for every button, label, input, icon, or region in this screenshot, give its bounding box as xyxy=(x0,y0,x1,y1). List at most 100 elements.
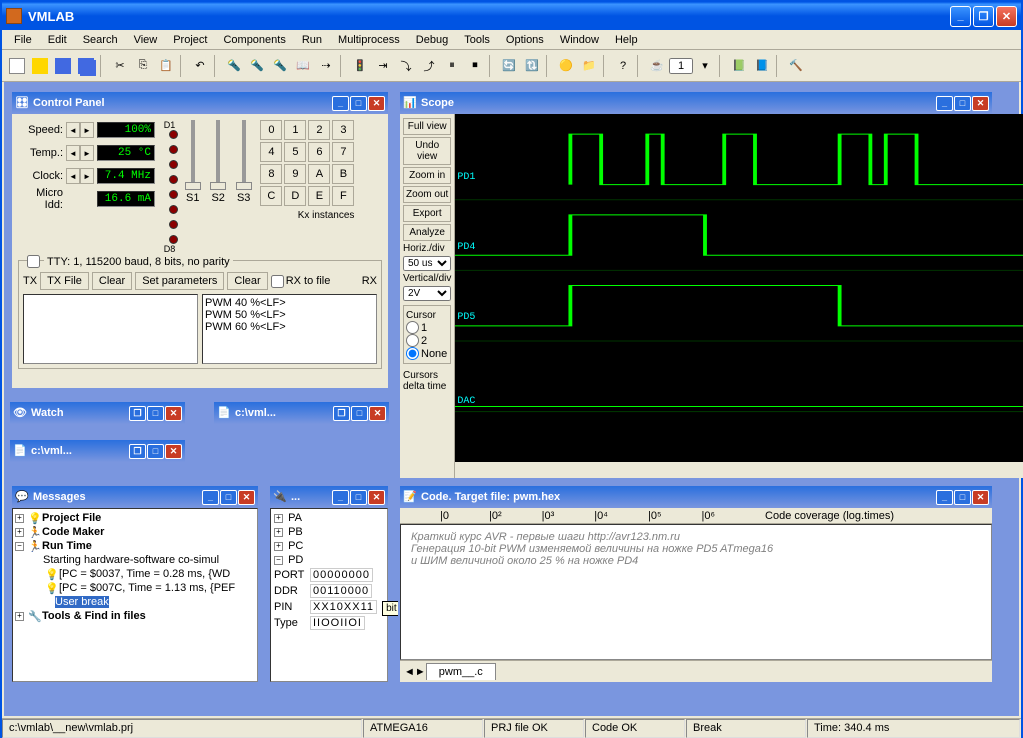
full-view-button[interactable]: Full view xyxy=(403,118,451,135)
speed-down[interactable]: ◄ xyxy=(66,122,80,138)
expand-pc[interactable]: + xyxy=(274,542,283,551)
tb-open[interactable] xyxy=(29,55,51,77)
rx-to-file-checkbox[interactable] xyxy=(271,275,284,288)
msg-userbreak[interactable]: User break xyxy=(55,596,109,608)
io-max-button[interactable]: □ xyxy=(350,490,367,505)
vml1-close-button[interactable]: ✕ xyxy=(369,406,386,421)
tb-traffic[interactable]: 🚦 xyxy=(349,55,371,77)
tb-book1[interactable]: 📗 xyxy=(728,55,750,77)
io-close-button[interactable]: ✕ xyxy=(368,490,385,505)
expand-tools[interactable]: + xyxy=(15,612,24,621)
scope-display[interactable]: PD1 PD4 PD5 DAC xyxy=(455,114,1023,462)
key-1[interactable]: 1 xyxy=(284,120,306,140)
menu-view[interactable]: View xyxy=(126,32,166,48)
msg-min-button[interactable]: _ xyxy=(202,490,219,505)
key-8[interactable]: 8 xyxy=(260,164,282,184)
cp-max-button[interactable]: □ xyxy=(350,96,367,111)
tab-nav-right[interactable]: ► xyxy=(415,666,426,678)
key-d[interactable]: D xyxy=(284,186,306,206)
menu-project[interactable]: Project xyxy=(165,32,215,48)
scope-max-button[interactable]: □ xyxy=(954,96,971,111)
key-a[interactable]: A xyxy=(308,164,330,184)
temp-up[interactable]: ► xyxy=(80,145,94,161)
vert-select[interactable]: 2V xyxy=(403,286,451,301)
tb-num-input[interactable] xyxy=(669,58,693,74)
scope-min-button[interactable]: _ xyxy=(936,96,953,111)
menu-search[interactable]: Search xyxy=(75,32,126,48)
expand-project-file[interactable]: + xyxy=(15,514,24,523)
cursor-none-radio[interactable] xyxy=(406,347,419,360)
tb-cut[interactable]: ✂ xyxy=(109,55,131,77)
watch-restore-button[interactable]: ❐ xyxy=(129,406,146,421)
menu-debug[interactable]: Debug xyxy=(408,32,456,48)
msg-max-button[interactable]: □ xyxy=(220,490,237,505)
tb-torch[interactable]: 🔦 xyxy=(223,55,245,77)
tb-pause[interactable]: ⏸ xyxy=(441,55,463,77)
tb-stop[interactable]: ⏹ xyxy=(464,55,486,77)
tx-file-button[interactable]: TX File xyxy=(40,272,89,290)
slider-s1[interactable] xyxy=(191,120,195,190)
key-7[interactable]: 7 xyxy=(332,142,354,162)
menu-run[interactable]: Run xyxy=(294,32,330,48)
tb-cup[interactable]: ☕ xyxy=(646,55,668,77)
tty-enable-checkbox[interactable] xyxy=(27,255,40,268)
slider-s3[interactable] xyxy=(242,120,246,190)
ddr-bits[interactable]: 00110000 xyxy=(310,584,372,598)
cursor-1-radio[interactable] xyxy=(406,321,419,334)
watch-close-button[interactable]: ✕ xyxy=(165,406,182,421)
code-editor[interactable]: Краткий курс AVR - первые шаги http://av… xyxy=(400,524,992,660)
cp-min-button[interactable]: _ xyxy=(332,96,349,111)
key-0[interactable]: 0 xyxy=(260,120,282,140)
speed-up[interactable]: ► xyxy=(80,122,94,138)
scope-scrollbar[interactable] xyxy=(455,462,1023,478)
key-6[interactable]: 6 xyxy=(308,142,330,162)
tb-reload2[interactable]: 🔃 xyxy=(521,55,543,77)
ioports-body[interactable]: + PA + PB + PC − PD PORT00000000 DDR0011… xyxy=(270,508,388,682)
tb-undo[interactable]: ↶ xyxy=(189,55,211,77)
tb-breakpoint[interactable]: 🟡 xyxy=(555,55,577,77)
key-9[interactable]: 9 xyxy=(284,164,306,184)
tb-save[interactable] xyxy=(52,55,74,77)
tb-copy[interactable]: ⎘ xyxy=(132,55,154,77)
menu-edit[interactable]: Edit xyxy=(40,32,75,48)
expand-pb[interactable]: + xyxy=(274,528,283,537)
vml2-restore-button[interactable]: ❐ xyxy=(129,444,146,459)
key-c[interactable]: C xyxy=(260,186,282,206)
tab-nav-left[interactable]: ◄ xyxy=(404,666,415,678)
menu-window[interactable]: Window xyxy=(552,32,607,48)
clock-down[interactable]: ◄ xyxy=(66,168,80,184)
tx-clear-button[interactable]: Clear xyxy=(92,272,132,290)
scope-close-button[interactable]: ✕ xyxy=(972,96,989,111)
key-3[interactable]: 3 xyxy=(332,120,354,140)
tb-help[interactable]: ? xyxy=(612,55,634,77)
undo-view-button[interactable]: Undo view xyxy=(403,137,451,165)
minimize-button[interactable]: _ xyxy=(950,6,971,27)
collapse-runtime[interactable]: − xyxy=(15,542,24,551)
rx-clear-button[interactable]: Clear xyxy=(227,272,267,290)
io-min-button[interactable]: _ xyxy=(332,490,349,505)
menu-options[interactable]: Options xyxy=(498,32,552,48)
tb-reload[interactable]: 🔄 xyxy=(498,55,520,77)
slider-s2[interactable] xyxy=(216,120,220,190)
port-bits[interactable]: 00000000 xyxy=(310,568,373,582)
analyze-button[interactable]: Analyze xyxy=(403,224,451,241)
tb-hammer[interactable]: 🔨 xyxy=(785,55,807,77)
tb-paste[interactable]: 📋 xyxy=(155,55,177,77)
set-params-button[interactable]: Set parameters xyxy=(135,272,224,290)
msg-close-button[interactable]: ✕ xyxy=(238,490,255,505)
code-min-button[interactable]: _ xyxy=(936,490,953,505)
menu-help[interactable]: Help xyxy=(607,32,646,48)
menu-components[interactable]: Components xyxy=(215,32,293,48)
menu-multiprocess[interactable]: Multiprocess xyxy=(330,32,408,48)
cp-close-button[interactable]: ✕ xyxy=(368,96,385,111)
horiz-select[interactable]: 50 us xyxy=(403,256,451,271)
rx-box[interactable]: PWM 40 %<LF> PWM 50 %<LF> PWM 60 %<LF> xyxy=(202,294,377,364)
vml1-restore-button[interactable]: ❐ xyxy=(333,406,350,421)
tb-step[interactable]: ⇥ xyxy=(372,55,394,77)
collapse-pd[interactable]: − xyxy=(274,556,283,565)
vml2-max-button[interactable]: □ xyxy=(147,444,164,459)
menu-tools[interactable]: Tools xyxy=(456,32,498,48)
zoom-out-button[interactable]: Zoom out xyxy=(403,186,451,203)
cursor-2-radio[interactable] xyxy=(406,334,419,347)
tb-saveall[interactable] xyxy=(75,55,97,77)
